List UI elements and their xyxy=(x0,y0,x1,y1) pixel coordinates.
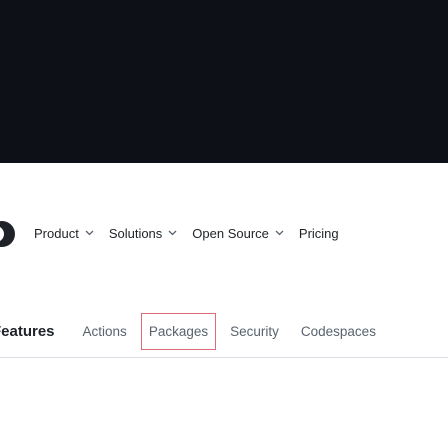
features-subnav-row: Features Actions Packages Security Codes… xyxy=(0,306,398,356)
chevron-down-icon xyxy=(168,228,177,237)
features-link-codespaces[interactable]: Codespaces xyxy=(301,321,376,342)
nav-item-product[interactable]: Product xyxy=(34,226,94,241)
hero-dark-background xyxy=(0,0,448,163)
features-link-packages[interactable]: Packages xyxy=(140,312,217,350)
nav-item-label: Open Source xyxy=(192,225,269,241)
features-link-actions[interactable]: Actions xyxy=(83,321,127,342)
nav-item-label: Product xyxy=(34,225,79,241)
nav-item-pricing[interactable]: Pricing xyxy=(299,226,339,241)
features-link-security[interactable]: Security xyxy=(230,321,279,342)
nav-item-solutions[interactable]: Solutions xyxy=(109,226,177,241)
chevron-down-icon xyxy=(275,228,284,237)
features-subnav: Features Actions Packages Security Codes… xyxy=(0,306,448,358)
features-title[interactable]: Features xyxy=(0,323,55,340)
nav-item-open-source[interactable]: Open Source xyxy=(192,226,284,241)
github-logo-icon[interactable] xyxy=(0,221,15,247)
global-nav-items: Product Solutions Open Source Pricing xyxy=(34,214,354,252)
global-nav: Product Solutions Open Source Pricing xyxy=(0,214,448,252)
chevron-down-icon xyxy=(85,228,94,237)
nav-item-label: Solutions xyxy=(108,225,163,241)
subnav-divider xyxy=(0,357,448,358)
nav-item-label: Pricing xyxy=(298,225,339,241)
